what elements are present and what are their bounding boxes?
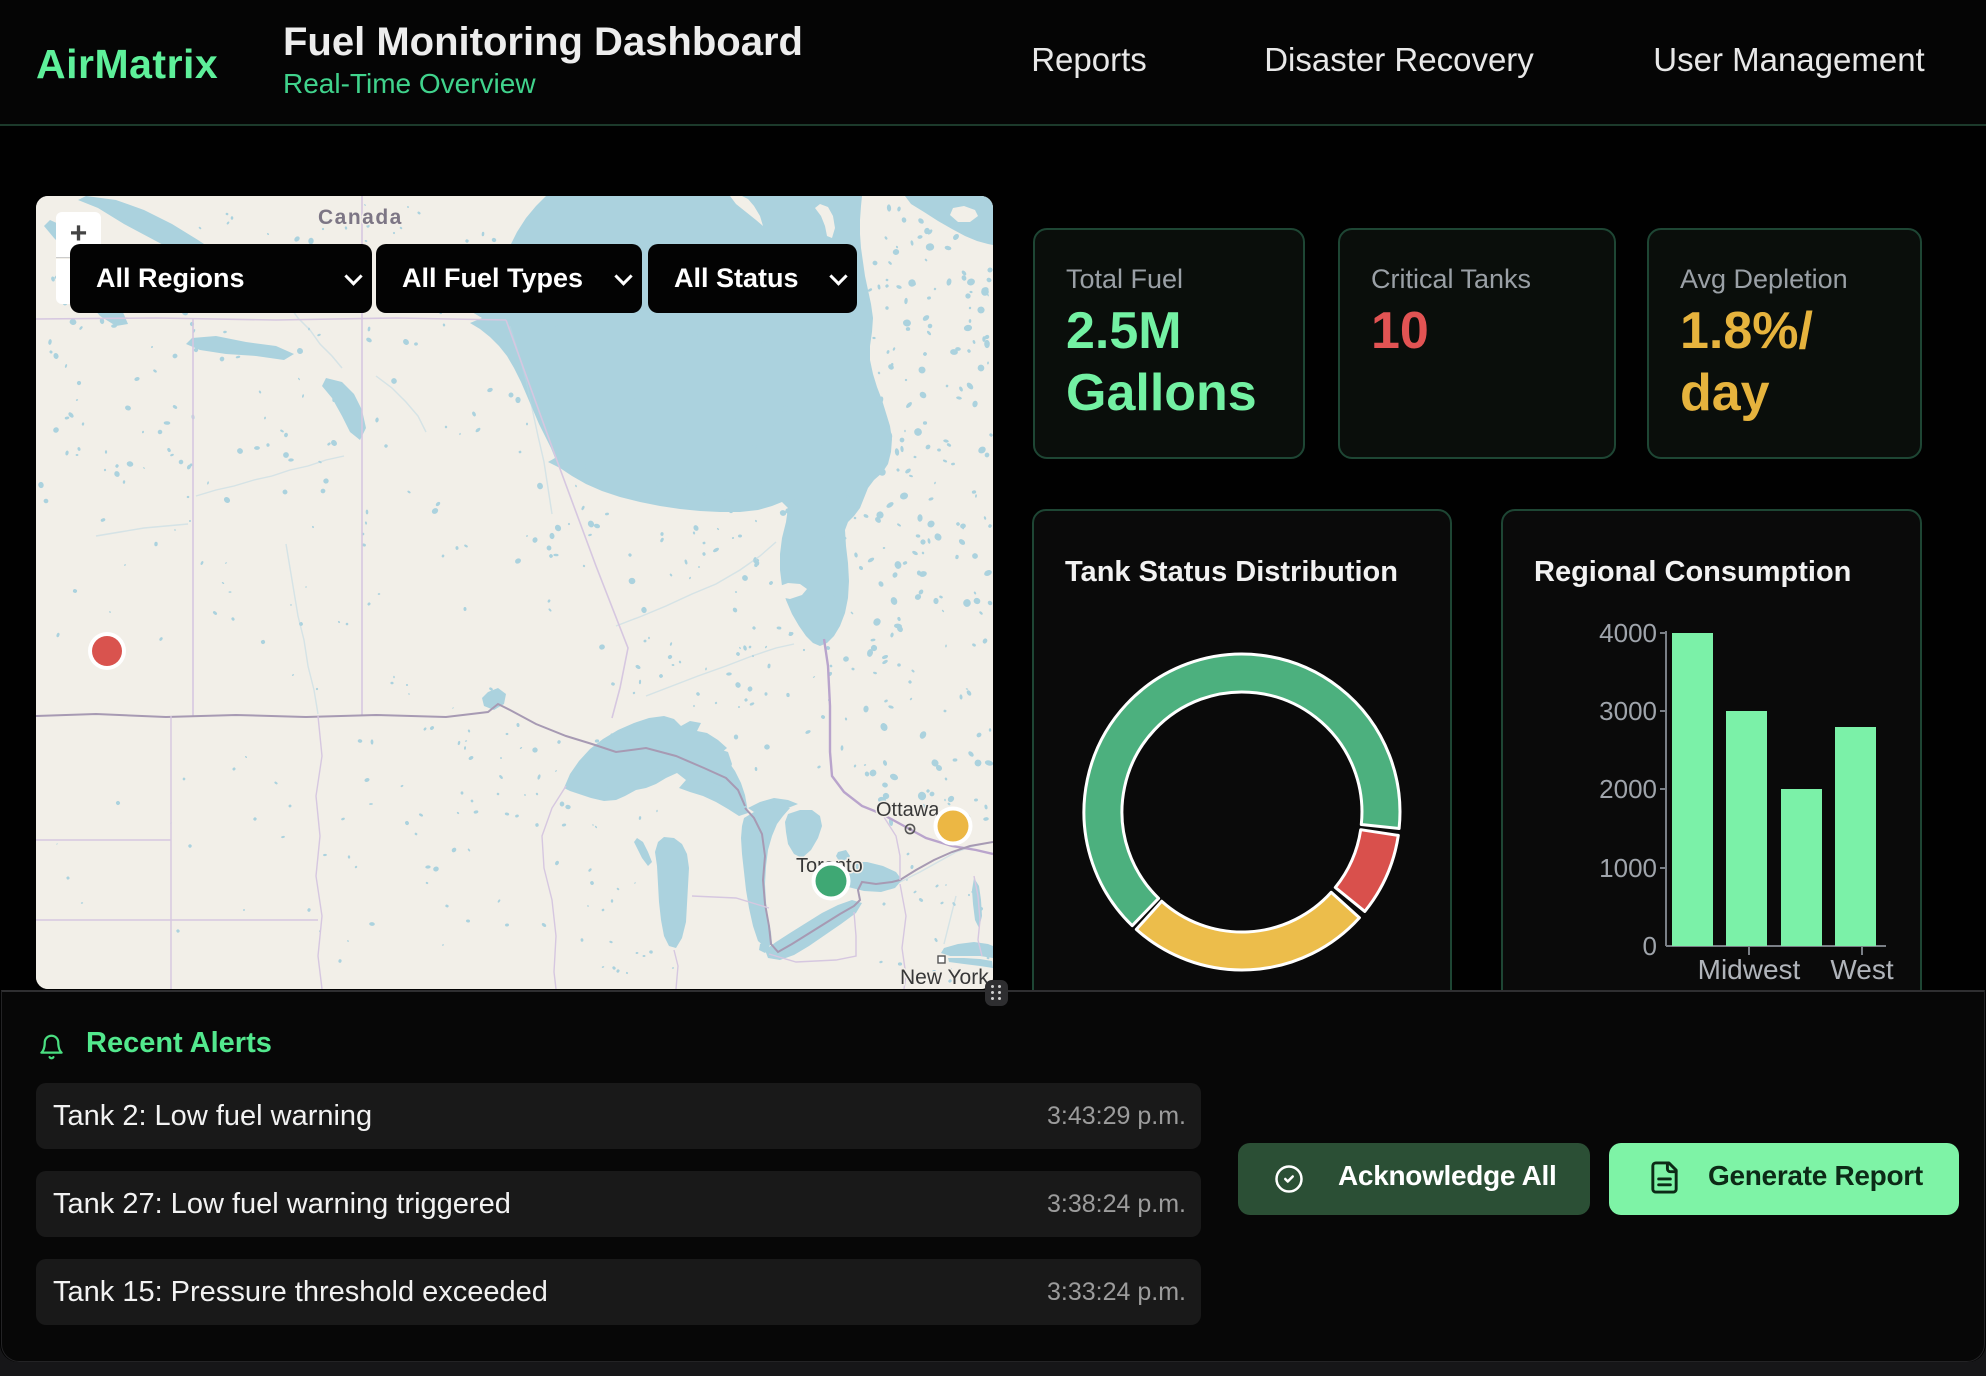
- svg-text:1000: 1000: [1599, 853, 1657, 883]
- svg-text:Ottawa: Ottawa: [876, 799, 940, 821]
- svg-text:Canada: Canada: [318, 206, 403, 229]
- svg-text:0: 0: [1643, 931, 1657, 961]
- svg-text:Midwest: Midwest: [1698, 954, 1801, 985]
- svg-text:New York: New York: [900, 966, 989, 989]
- svg-text:West: West: [1830, 954, 1893, 985]
- svg-text:2000: 2000: [1599, 774, 1657, 804]
- svg-text:3000: 3000: [1599, 696, 1657, 726]
- svg-text:4000: 4000: [1599, 618, 1657, 648]
